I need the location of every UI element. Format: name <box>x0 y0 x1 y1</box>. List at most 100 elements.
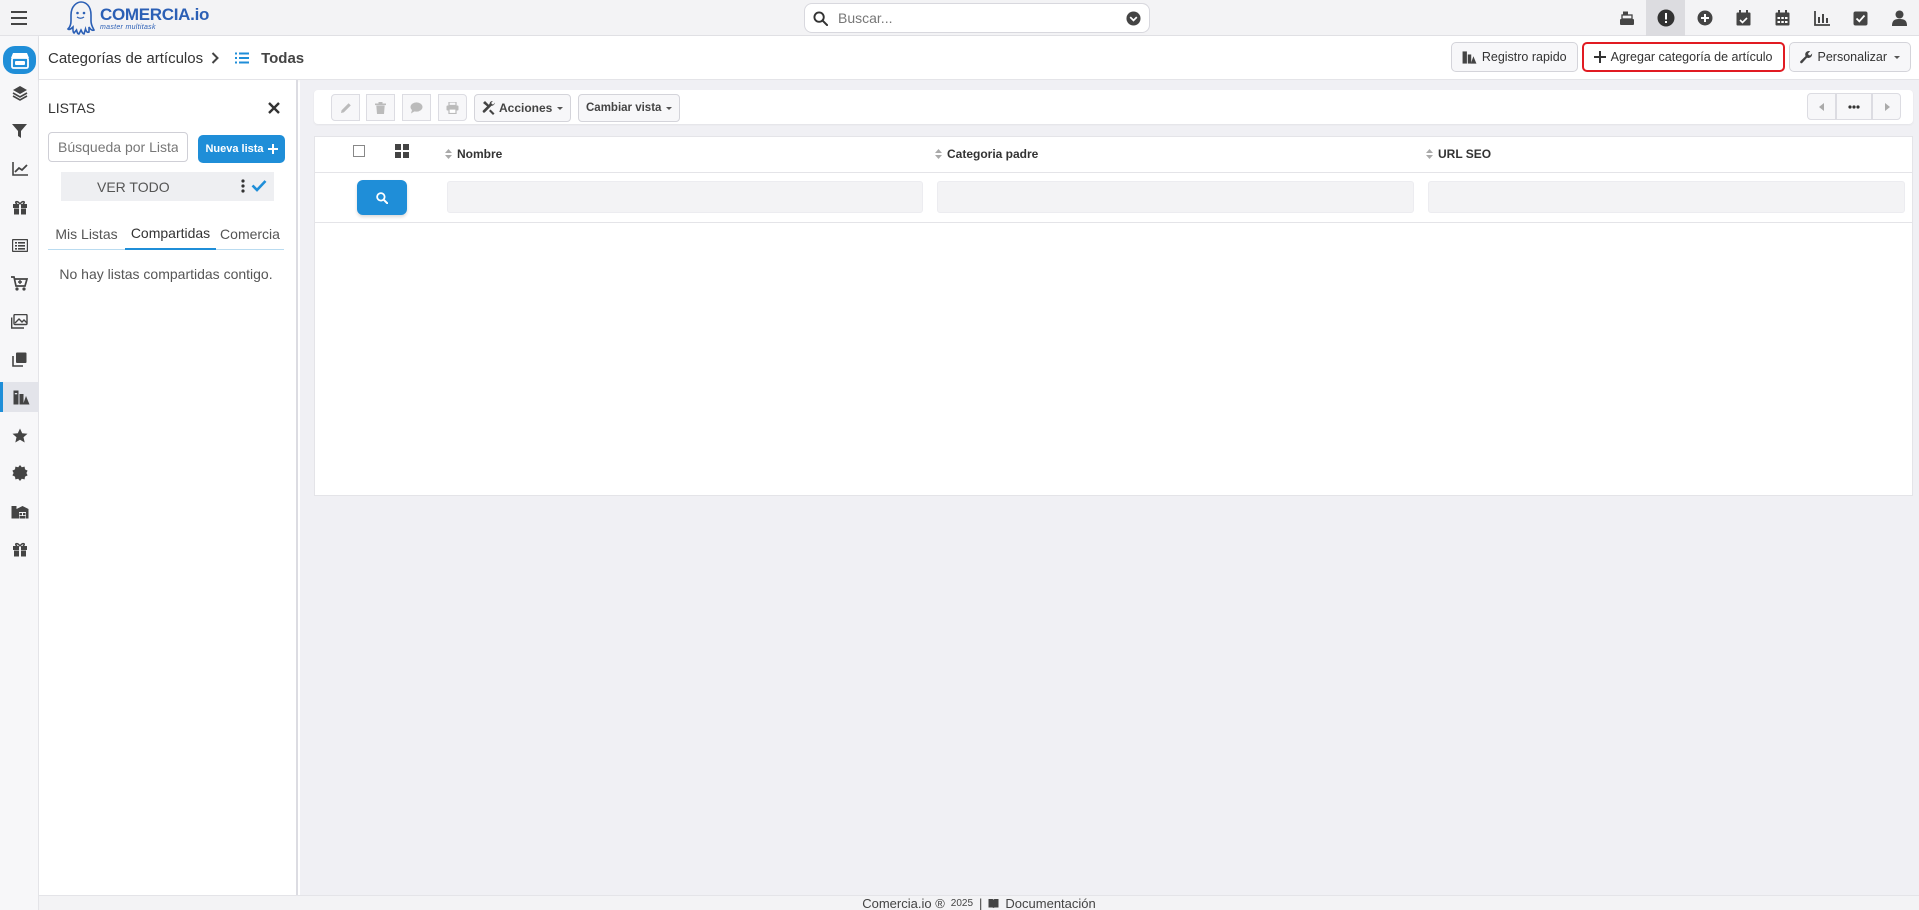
change-view-dropdown[interactable]: Cambiar vista <box>578 94 681 122</box>
calendar-check-icon[interactable] <box>1724 0 1763 36</box>
sort-icon <box>445 149 452 159</box>
comment-button[interactable] <box>402 94 431 121</box>
filter-input-url-seo[interactable] <box>1428 181 1905 213</box>
top-icons <box>1607 0 1919 36</box>
menu-icon[interactable] <box>8 7 30 29</box>
view-all-list-item[interactable]: VER TODO <box>61 172 274 201</box>
previous-page-button[interactable] <box>1807 93 1836 120</box>
wrench-icon <box>1799 50 1812 63</box>
add-category-button[interactable]: Agregar categoría de artículo <box>1581 42 1785 72</box>
global-search[interactable]: Buscar... <box>804 3 1150 33</box>
next-page-button[interactable] <box>1872 93 1901 120</box>
kebab-menu-icon[interactable] <box>241 179 245 193</box>
more-options-button[interactable] <box>1836 93 1872 120</box>
warehouse-icon[interactable] <box>0 496 39 526</box>
calendar-icon[interactable] <box>1763 0 1802 36</box>
list-ul-icon <box>235 52 250 64</box>
footer: Comercia.io ® 2025 | Documentación <box>39 895 1919 910</box>
footer-year: 2025 <box>950 897 974 909</box>
global-search-input[interactable]: Buscar... <box>838 10 1126 26</box>
customize-button[interactable]: Personalizar <box>1788 42 1911 72</box>
grid-toolbar: Acciones Cambiar vista <box>314 90 1913 124</box>
alert-icon[interactable] <box>1646 0 1685 36</box>
customize-label: Personalizar <box>1817 50 1887 64</box>
cart-icon[interactable] <box>0 268 39 298</box>
lists-search-input[interactable] <box>48 132 188 162</box>
badge-icon[interactable] <box>0 458 39 488</box>
categories-icon[interactable] <box>0 382 39 412</box>
plus-icon <box>1593 51 1606 63</box>
octopus-logo-icon <box>66 1 96 35</box>
copy-icon[interactable] <box>0 344 39 374</box>
select-all-checkbox[interactable] <box>353 145 365 157</box>
filter-icon[interactable] <box>0 116 39 146</box>
caret-down-icon <box>1894 55 1900 59</box>
quick-register-button[interactable]: Registro rapido <box>1450 42 1578 72</box>
layers-icon[interactable] <box>0 78 39 108</box>
chevron-left-icon <box>1818 102 1824 111</box>
categories-grid: Nombre Categoria padre URL SEO <box>314 136 1913 496</box>
list-icon[interactable] <box>0 230 39 260</box>
book-icon <box>988 898 999 908</box>
new-list-button[interactable]: Nueva lista <box>198 135 285 163</box>
close-icon[interactable] <box>267 101 281 115</box>
delete-button[interactable] <box>366 94 395 121</box>
filter-search-button[interactable] <box>357 180 407 215</box>
images-icon[interactable] <box>0 306 39 336</box>
comment-icon <box>410 101 423 113</box>
lists-tabs: Mis Listas Compartidas Comercia <box>48 217 284 250</box>
star-icon[interactable] <box>0 420 39 450</box>
column-header-categoria-padre[interactable]: Categoria padre <box>935 147 1038 161</box>
add-category-label: Agregar categoría de artículo <box>1610 50 1773 64</box>
grid-header: Nombre Categoria padre URL SEO <box>315 137 1912 173</box>
checkbox-icon[interactable] <box>1841 0 1880 36</box>
column-header-nombre[interactable]: Nombre <box>445 147 502 161</box>
breadcrumb-section[interactable]: Categorías de artículos <box>48 50 203 67</box>
print-icon <box>446 101 459 114</box>
chevron-right-icon <box>211 52 220 64</box>
gift-box-icon[interactable] <box>0 534 39 564</box>
search-icon <box>813 10 828 26</box>
store-icon[interactable] <box>3 46 36 74</box>
actions-dropdown[interactable]: Acciones <box>474 94 572 122</box>
filter-input-categoria-padre[interactable] <box>937 181 1414 213</box>
tools-icon <box>482 101 495 115</box>
actions-label: Acciones <box>499 101 553 115</box>
check-icon <box>251 180 267 192</box>
brand-tagline: master multitask <box>100 23 156 31</box>
categories-icon <box>1462 50 1477 64</box>
tab-mis-listas[interactable]: Mis Listas <box>48 217 125 250</box>
tab-compartidas[interactable]: Compartidas <box>125 217 216 250</box>
grid-filter-row <box>315 173 1912 223</box>
plus-icon <box>267 144 278 154</box>
breadcrumb-current: Todas <box>261 49 305 67</box>
edit-button[interactable] <box>331 94 360 121</box>
main-content: Acciones Cambiar vista Nombre Categoria … <box>300 80 1919 895</box>
pencil-icon <box>340 102 351 113</box>
lists-title: LISTAS <box>48 100 96 116</box>
sidebar <box>0 36 39 910</box>
gift-icon[interactable] <box>0 192 39 222</box>
empty-lists-message: No hay listas compartidas contigo. <box>59 266 273 282</box>
filter-input-nombre[interactable] <box>447 181 923 213</box>
chevron-down-circle-icon[interactable] <box>1126 10 1141 26</box>
documentation-link[interactable]: Documentación <box>1005 896 1095 910</box>
user-icon[interactable] <box>1880 0 1919 36</box>
caret-down-icon <box>666 106 673 110</box>
header-actions: Registro rapido Agregar categoría de art… <box>1450 42 1911 72</box>
breadcrumb-bar: Categorías de artículos Todas Registro r… <box>39 36 1919 80</box>
print-button[interactable] <box>438 94 467 121</box>
grid-layout-icon[interactable] <box>395 144 409 158</box>
view-all-label: VER TODO <box>97 178 170 195</box>
tab-comercia[interactable]: Comercia <box>216 217 284 250</box>
plus-circle-icon[interactable] <box>1685 0 1724 36</box>
change-view-label: Cambiar vista <box>586 102 662 114</box>
brand-logo[interactable]: COMERCIA.io master multitask <box>66 0 209 36</box>
chart-icon[interactable] <box>1802 0 1841 36</box>
ellipsis-icon <box>1848 104 1860 109</box>
cash-register-icon[interactable] <box>1607 0 1646 36</box>
new-list-label: Nueva lista <box>205 143 264 155</box>
caret-down-icon <box>557 106 564 110</box>
column-header-url-seo[interactable]: URL SEO <box>1426 147 1491 161</box>
chart-line-icon[interactable] <box>0 154 39 184</box>
